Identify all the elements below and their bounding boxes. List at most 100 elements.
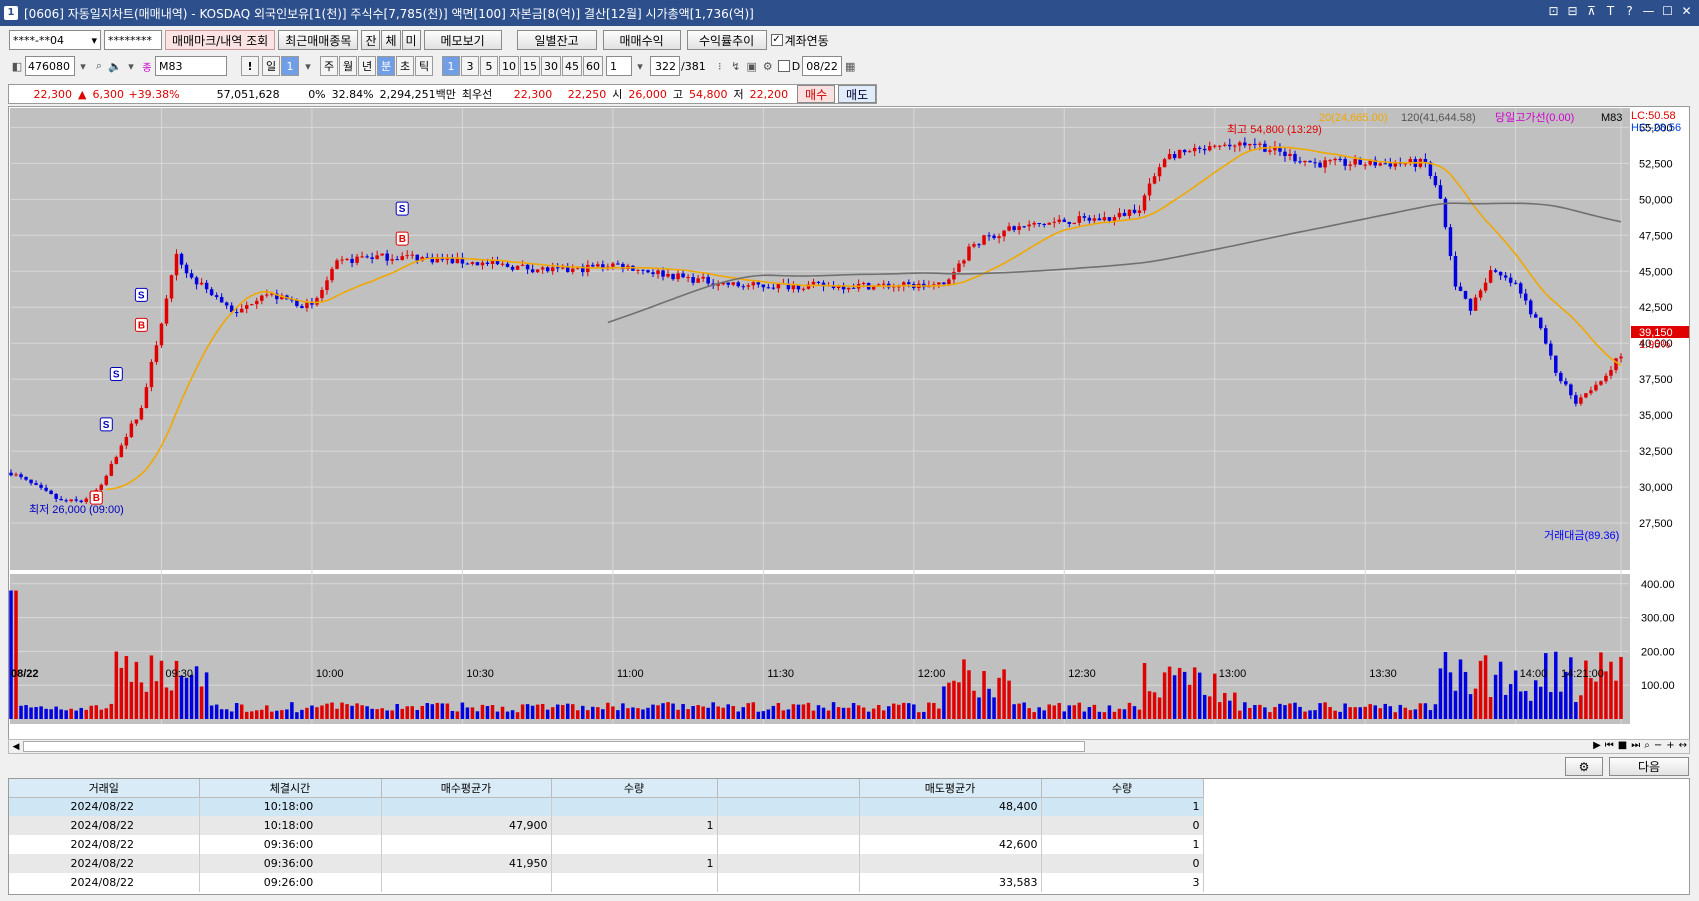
password-field[interactable]: ********	[104, 30, 162, 50]
table-row[interactable]: 2024/08/22 10:18:00 48,400 1	[9, 797, 1204, 816]
volume-bar	[861, 707, 866, 719]
chevron-down-icon[interactable]: ▾	[632, 57, 648, 75]
zoom-in-icon[interactable]: +	[1666, 740, 1674, 751]
recent-stocks-button[interactable]: 최근매매종목	[278, 30, 359, 50]
scroll-left-icon[interactable]: ◀	[9, 742, 23, 752]
interval-3[interactable]: 3	[461, 56, 479, 76]
interval-30[interactable]: 30	[541, 56, 561, 76]
account-select[interactable]: ****-**04 ▾	[9, 30, 101, 50]
save-icon[interactable]: ▣	[744, 57, 760, 75]
trade-mark-query-button[interactable]: 매매마크/내역 조회	[165, 30, 276, 50]
volume-bar	[1082, 711, 1087, 719]
search-icon[interactable]: ⌕	[91, 57, 107, 75]
account-toolbar: ****-**04 ▾ ******** 매매마크/내역 조회 최근매매종목 잔 …	[0, 30, 1699, 50]
chevron-down-icon[interactable]: ▾	[123, 57, 139, 75]
period-tick[interactable]: 틱	[415, 56, 433, 76]
unexecuted-button[interactable]: 미	[401, 30, 421, 50]
bar-count-input[interactable]: 322	[650, 56, 680, 76]
interval-45[interactable]: 45	[562, 56, 582, 76]
calendar-icon[interactable]: ▦	[842, 57, 858, 75]
return-trend-button[interactable]: 수익률추이	[686, 30, 767, 50]
candle-body	[596, 264, 600, 267]
candle-body	[84, 498, 88, 502]
date-input[interactable]: 08/22	[802, 56, 843, 76]
pin-icon[interactable]: ⊼	[1585, 4, 1598, 18]
interval-60[interactable]: 60	[583, 56, 603, 76]
fit-icon[interactable]: ↔	[1679, 740, 1687, 751]
period-value[interactable]: 1	[281, 56, 299, 76]
interval-15[interactable]: 15	[520, 56, 540, 76]
scroll-right-icon[interactable]: ▶	[1593, 740, 1601, 751]
interval-10[interactable]: 10	[499, 56, 519, 76]
candle-body	[570, 268, 575, 272]
font-icon[interactable]: T	[1604, 4, 1617, 18]
trade-profit-button[interactable]: 매매수익	[602, 30, 681, 50]
scroll-thumb[interactable]	[23, 741, 1085, 752]
date-checkbox[interactable]	[777, 60, 790, 72]
volume-bar	[1042, 710, 1046, 719]
candle-body	[1584, 393, 1588, 398]
period-day-label[interactable]: 일	[262, 56, 280, 76]
executed-button[interactable]: 체	[381, 30, 401, 50]
table-row[interactable]: 2024/08/22 09:36:00 42,600 1	[9, 835, 1204, 854]
interval-input[interactable]: 1	[606, 56, 632, 76]
candle-body	[1197, 147, 1202, 149]
volume-bar	[1152, 692, 1157, 719]
candle-body	[1283, 151, 1287, 157]
period-year[interactable]: 년	[358, 56, 376, 76]
sell-button[interactable]: 매도	[838, 85, 877, 103]
table-cell: 2024/08/22	[9, 816, 200, 835]
chart-scrollbar[interactable]: ◀ ▶ ⏮ ■ ⏭ ⌕ − + ↔	[8, 739, 1690, 754]
balance-button[interactable]: 잔	[361, 30, 381, 50]
volume-bar	[1554, 651, 1558, 719]
account-link-checkbox[interactable]: ✓ 계좌연동	[770, 32, 829, 49]
stock-name-field[interactable]: M83	[155, 56, 227, 76]
speaker-icon[interactable]: 🔈	[107, 57, 123, 75]
interval-5[interactable]: 5	[480, 56, 498, 76]
close-icon[interactable]: ✕	[1680, 4, 1693, 18]
period-second[interactable]: 초	[396, 56, 414, 76]
table-row[interactable]: 2024/08/22 09:36:00 41,950 1 0	[9, 854, 1204, 873]
gear-icon[interactable]: ⚙	[760, 57, 776, 75]
help-icon[interactable]: ?	[1623, 4, 1636, 18]
next-button[interactable]: 다음	[1609, 757, 1689, 776]
candle-body	[726, 282, 730, 285]
table-row[interactable]: 2024/08/22 10:18:00 47,900 1 0	[9, 816, 1204, 835]
candle-body	[1453, 256, 1458, 287]
zoom-icon[interactable]: ⌕	[1644, 740, 1650, 751]
table-row[interactable]: 2024/08/22 09:26:00 33,583 3	[9, 873, 1204, 892]
stock-code-input[interactable]: 476080	[25, 56, 75, 76]
price-chart[interactable]: BSSBSBS 55,000 52,500 50,000 47,500 45,000 42…	[8, 106, 1690, 744]
rewind-icon[interactable]: ⏮	[1605, 740, 1614, 751]
interval-1[interactable]: 1	[442, 56, 460, 76]
check-icon: ✓	[770, 34, 783, 46]
alert-button[interactable]: !	[241, 56, 259, 76]
candle-body	[1022, 226, 1026, 228]
chart-canvas[interactable]: BSSBSBS 55,00052,50050,00047,50045,00042…	[9, 107, 1689, 743]
memo-button[interactable]: 메모보기	[423, 30, 502, 50]
chevron-down-icon[interactable]: ▾	[75, 57, 91, 75]
stop-icon[interactable]: ■	[1618, 740, 1627, 751]
layout-icon[interactable]: ⊡	[1547, 4, 1560, 18]
volume-bar	[1258, 704, 1262, 719]
gear-icon[interactable]: ⚙	[1565, 757, 1603, 776]
candle-body	[490, 260, 495, 264]
period-week[interactable]: 주	[320, 56, 338, 76]
minimize-icon[interactable]: —	[1642, 4, 1655, 18]
forward-icon[interactable]: ⏭	[1631, 740, 1640, 751]
volume-bar	[831, 702, 836, 719]
period-month[interactable]: 월	[339, 56, 357, 76]
col-blank	[717, 779, 860, 798]
dots-icon[interactable]: ⁝	[712, 57, 728, 75]
candle-body	[174, 253, 179, 276]
split-icon[interactable]: ⊟	[1566, 4, 1579, 18]
chevron-down-icon[interactable]: ▾	[300, 57, 316, 75]
buy-button[interactable]: 매수	[797, 85, 836, 103]
panel-icon[interactable]: ◧	[9, 57, 25, 75]
volume-bar	[1032, 712, 1036, 719]
maximize-icon[interactable]: ☐	[1661, 4, 1674, 18]
cursor-icon[interactable]: ↯	[728, 57, 744, 75]
period-minute[interactable]: 분	[377, 56, 395, 76]
zoom-out-icon[interactable]: −	[1654, 740, 1662, 751]
daily-balance-button[interactable]: 일별잔고	[516, 30, 597, 50]
